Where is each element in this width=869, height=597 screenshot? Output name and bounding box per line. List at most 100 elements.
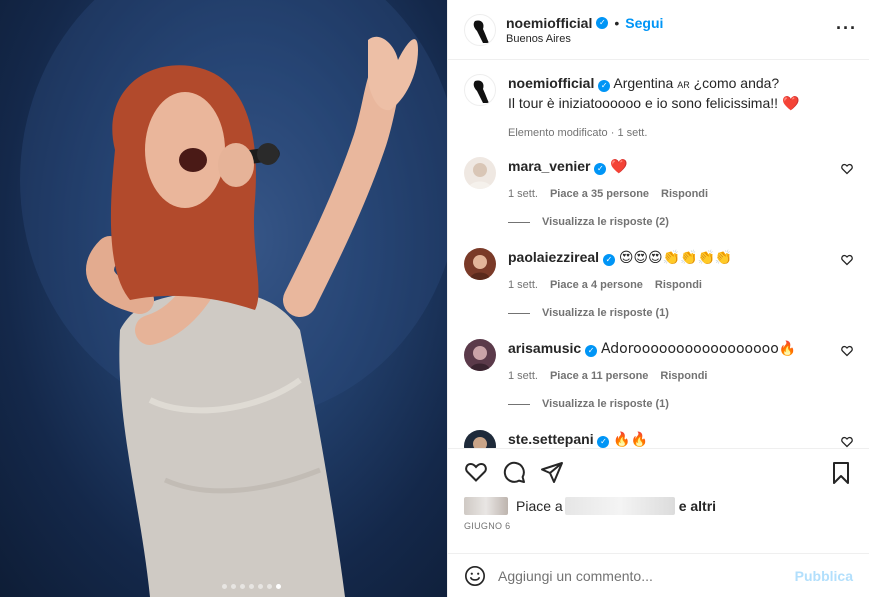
verified-icon: ✓ bbox=[585, 345, 598, 357]
share-icon[interactable] bbox=[540, 460, 564, 484]
comment-text: ste.settepani ✓ 🔥🔥 bbox=[508, 430, 853, 448]
avatar-image bbox=[473, 80, 489, 103]
avatar[interactable] bbox=[464, 339, 496, 371]
post-actions bbox=[448, 448, 869, 495]
publish-button[interactable]: Pubblica bbox=[795, 568, 853, 584]
comment-like-heart-icon[interactable] bbox=[841, 254, 853, 266]
singer-illustration bbox=[20, 0, 447, 597]
caption-line2: Il tour è iniziatoooooo e io sono felici… bbox=[508, 95, 779, 111]
caption-username[interactable]: noemiofficial bbox=[508, 75, 594, 91]
comment-meta: 1 sett. Piace a 11 persone Rispondi bbox=[508, 370, 853, 382]
reply-button[interactable]: Rispondi bbox=[661, 188, 708, 200]
view-replies-button[interactable]: Visualizza le risposte (2) bbox=[508, 216, 853, 228]
comment-input[interactable] bbox=[498, 567, 795, 584]
view-replies-label[interactable]: Visualizza le risposte (1) bbox=[542, 307, 669, 319]
likes-summary: Piace a e altri bbox=[448, 495, 869, 517]
replies-line bbox=[508, 403, 530, 405]
carousel-dot[interactable] bbox=[267, 584, 272, 589]
verified-icon: ✓ bbox=[596, 16, 609, 29]
comment-item: ste.settepani ✓ 🔥🔥 bbox=[464, 430, 853, 448]
avatar-image bbox=[470, 346, 490, 371]
view-replies-label[interactable]: Visualizza le risposte (2) bbox=[542, 216, 669, 228]
replies-line bbox=[508, 221, 530, 223]
comment-text: paolaiezzireal ✓ 😍😍😍👏👏👏👏 bbox=[508, 248, 853, 267]
comment-username[interactable]: arisamusic bbox=[508, 340, 581, 356]
comment-item: paolaiezzireal ✓ 😍😍😍👏👏👏👏 1 sett. Piace a… bbox=[464, 248, 853, 319]
comment-body: paolaiezzireal ✓ 😍😍😍👏👏👏👏 1 sett. Piace a… bbox=[508, 248, 853, 319]
avatar-image bbox=[468, 163, 492, 189]
comment-time[interactable]: 1 sett. bbox=[508, 279, 538, 291]
comment-item: mara_venier ✓ ❤️ 1 sett. Piace a 35 pers… bbox=[464, 157, 853, 228]
avatar-image bbox=[473, 19, 489, 43]
edited-label: Elemento modificato · 1 sett. bbox=[508, 127, 648, 139]
comment-likes[interactable]: Piace a 35 persone bbox=[550, 188, 649, 200]
verified-icon: ✓ bbox=[594, 163, 607, 175]
post-photo[interactable] bbox=[0, 0, 447, 597]
post-location[interactable]: Buenos Aires bbox=[506, 33, 663, 45]
verified-icon: ✓ bbox=[598, 80, 611, 92]
comment-icon[interactable] bbox=[502, 460, 526, 484]
comment-like-heart-icon[interactable] bbox=[841, 163, 853, 175]
carousel-dot[interactable] bbox=[240, 584, 245, 589]
caption: noemiofficial ✓ Argentina AR ¿como anda?… bbox=[464, 74, 853, 139]
add-comment-bar: Pubblica bbox=[448, 553, 869, 597]
avatar[interactable] bbox=[464, 430, 496, 448]
comment-like-heart-icon[interactable] bbox=[841, 345, 853, 357]
liker-name-blurred[interactable] bbox=[564, 497, 675, 515]
likes-others-link[interactable]: e altri bbox=[679, 498, 716, 514]
post-header: noemiofficial ✓ • Segui Buenos Aires ··· bbox=[448, 0, 869, 60]
avatar[interactable] bbox=[464, 13, 496, 46]
view-replies-button[interactable]: Visualizza le risposte (1) bbox=[508, 307, 853, 319]
header-text: noemiofficial ✓ • Segui Buenos Aires bbox=[506, 15, 663, 45]
comment-time[interactable]: 1 sett. bbox=[508, 188, 538, 200]
comment-meta: 1 sett. Piace a 4 persone Rispondi bbox=[508, 279, 853, 291]
verified-icon: ✓ bbox=[597, 436, 610, 448]
separator-dot: • bbox=[614, 14, 620, 31]
reply-button[interactable]: Rispondi bbox=[655, 279, 702, 291]
avatar[interactable] bbox=[464, 248, 496, 280]
comment-username[interactable]: paolaiezzireal bbox=[508, 249, 599, 265]
heart-emoji: ❤️ bbox=[781, 96, 800, 112]
avatar[interactable] bbox=[464, 157, 496, 189]
comment-content: 🔥🔥 bbox=[613, 432, 649, 448]
avatar[interactable] bbox=[464, 74, 496, 106]
comment-body: arisamusic ✓ Adorooooooooooooooooo🔥 1 se… bbox=[508, 339, 853, 410]
caption-meta: Elemento modificato · 1 sett. bbox=[508, 127, 853, 139]
caption-text: noemiofficial ✓ Argentina AR ¿como anda?… bbox=[508, 74, 853, 113]
flag-text: AR bbox=[677, 80, 690, 90]
avatar-image bbox=[470, 255, 490, 280]
heart-icon[interactable] bbox=[464, 460, 488, 484]
comment-body: mara_venier ✓ ❤️ 1 sett. Piace a 35 pers… bbox=[508, 157, 853, 228]
comment-username[interactable]: ste.settepani bbox=[508, 431, 594, 447]
carousel-indicator[interactable] bbox=[0, 584, 447, 589]
post-username[interactable]: noemiofficial bbox=[506, 15, 592, 31]
post-date[interactable]: GIUGNO 6 bbox=[448, 517, 869, 553]
follow-button[interactable]: Segui bbox=[625, 15, 663, 31]
likes-prefix: Piace a bbox=[516, 498, 563, 514]
carousel-dot-active[interactable] bbox=[276, 584, 281, 589]
comment-meta: 1 sett. Piace a 35 persone Rispondi bbox=[508, 188, 853, 200]
more-icon[interactable]: ··· bbox=[836, 18, 857, 39]
comment-likes[interactable]: Piace a 4 persone bbox=[550, 279, 643, 291]
bookmark-icon[interactable] bbox=[829, 461, 853, 485]
caption-line1: Argentina bbox=[613, 75, 674, 91]
comment-username[interactable]: mara_venier bbox=[508, 158, 591, 174]
carousel-dot[interactable] bbox=[258, 584, 263, 589]
comment-text: mara_venier ✓ ❤️ bbox=[508, 157, 853, 176]
emoji-icon[interactable] bbox=[464, 565, 486, 587]
post-side-panel: noemiofficial ✓ • Segui Buenos Aires ··· bbox=[447, 0, 869, 597]
comment-likes[interactable]: Piace a 11 persone bbox=[550, 370, 648, 382]
comment-like-heart-icon[interactable] bbox=[841, 436, 853, 448]
carousel-dot[interactable] bbox=[222, 584, 227, 589]
view-replies-label[interactable]: Visualizza le risposte (1) bbox=[542, 398, 669, 410]
caption-line1-tail: ¿como anda? bbox=[689, 75, 780, 91]
reply-button[interactable]: Rispondi bbox=[660, 370, 707, 382]
carousel-dot[interactable] bbox=[231, 584, 236, 589]
comment-body: ste.settepani ✓ 🔥🔥 bbox=[508, 430, 853, 448]
comment-time[interactable]: 1 sett. bbox=[508, 370, 538, 382]
replies-line bbox=[508, 312, 530, 314]
carousel-dot[interactable] bbox=[249, 584, 254, 589]
comments-list: noemiofficial ✓ Argentina AR ¿como anda?… bbox=[448, 60, 869, 448]
comment-content: 😍😍😍👏👏👏👏 bbox=[618, 250, 733, 266]
view-replies-button[interactable]: Visualizza le risposte (1) bbox=[508, 398, 853, 410]
